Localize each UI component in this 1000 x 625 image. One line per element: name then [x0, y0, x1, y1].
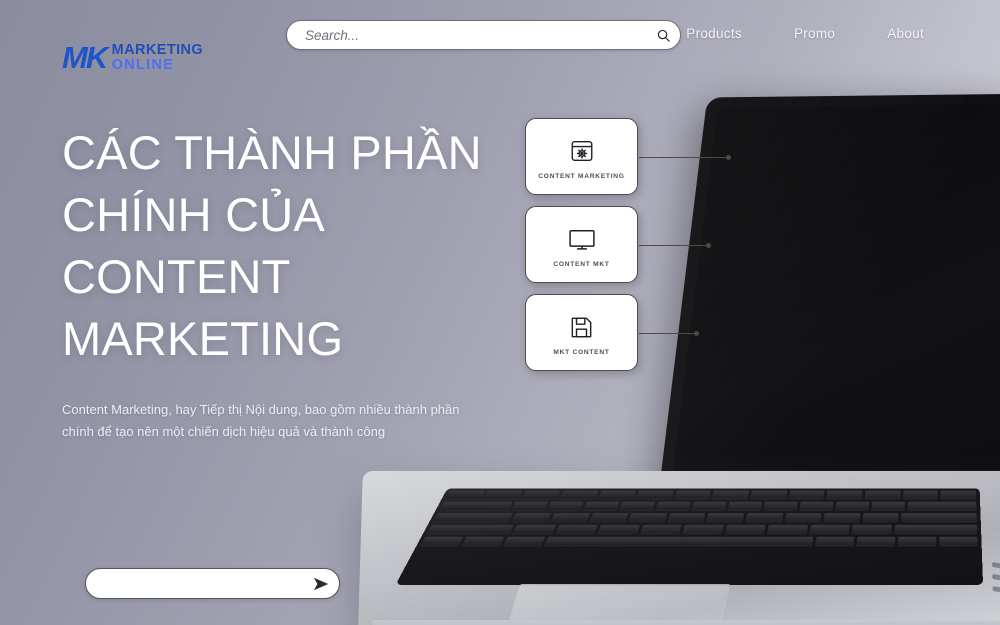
page-title: CÁC THÀNH PHẦN CHÍNH CỦA CONTENT MARKETI… — [62, 126, 482, 366]
browser-gear-icon — [569, 134, 595, 164]
logo-line-online: ONLINE — [111, 56, 175, 73]
feature-card-content-marketing[interactable]: CONTENT MARKETING — [525, 118, 731, 195]
send-button[interactable] — [303, 569, 339, 598]
feature-card-label: CONTENT MARKETING — [538, 172, 625, 180]
screen-glare — [658, 94, 963, 496]
feature-card-mkt-content[interactable]: MKT CONTENT — [525, 294, 699, 371]
nav-item-products[interactable]: Products — [686, 26, 742, 41]
key-row — [426, 524, 978, 535]
key-row — [439, 501, 977, 511]
monitor-icon — [567, 222, 597, 252]
logo-line-marketing: MARKETING — [111, 41, 204, 58]
search-icon[interactable] — [646, 28, 680, 43]
laptop-base — [357, 471, 1000, 625]
key-row — [420, 536, 978, 547]
feature-card-content-mkt[interactable]: CONTENT MKT — [525, 206, 711, 283]
card-connector-line — [639, 330, 699, 336]
hero-subtitle: Content Marketing, hay Tiếp thị Nội dung… — [62, 402, 460, 440]
logo-wordmark: MARKETING ONLINE — [111, 41, 204, 73]
site-header: MK MARKETING ONLINE Products Promo About — [0, 0, 1000, 73]
prompt-input[interactable] — [102, 576, 303, 591]
search-bar[interactable] — [286, 20, 681, 50]
page-stage: MK MARKETING ONLINE Products Promo About… — [0, 0, 1000, 625]
search-input[interactable] — [305, 27, 646, 43]
brand-logo[interactable]: MK MARKETING ONLINE — [62, 42, 203, 73]
prompt-bar[interactable] — [85, 568, 340, 599]
card-connector-line — [639, 154, 731, 160]
key-row — [433, 513, 977, 523]
laptop-base-front — [371, 620, 1000, 625]
feature-card-label: CONTENT MKT — [553, 260, 610, 268]
floppy-disk-save-icon — [569, 310, 594, 340]
nav-item-about[interactable]: About — [887, 26, 924, 41]
card-connector-line — [639, 242, 711, 248]
feature-card-list: CONTENT MARKETING CONTENT MKT MKT CONTEN… — [525, 118, 731, 382]
laptop-ports — [991, 561, 1000, 616]
main-navigation: Products Promo About — [686, 26, 924, 41]
send-arrow-icon — [313, 577, 329, 590]
key-row — [445, 490, 977, 500]
nav-item-promo[interactable]: Promo — [794, 26, 835, 41]
laptop-keyboard — [395, 488, 984, 585]
logo-monogram: MK — [62, 40, 108, 75]
feature-card-label: MKT CONTENT — [553, 348, 610, 356]
laptop-trackpad — [498, 583, 732, 625]
laptop-lid — [658, 92, 1000, 498]
